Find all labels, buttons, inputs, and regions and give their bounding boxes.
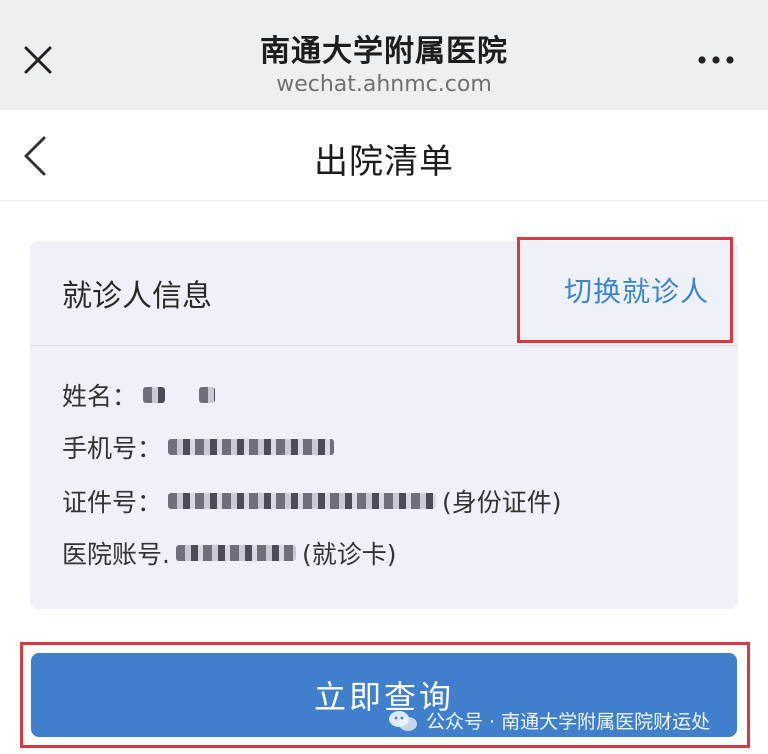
patient-info-card: 就诊人信息 切换就诊人 姓名： 手机号： 证件号： (身份证件) 医院账号. (… (30, 237, 738, 609)
redacted-value (168, 439, 335, 455)
more-icon[interactable] (696, 50, 736, 70)
redacted-value (143, 387, 166, 403)
nav-bar: 出院清单 (0, 110, 768, 201)
switch-highlight-box: 切换就诊人 (517, 237, 733, 343)
main-content: 就诊人信息 切换就诊人 姓名： 手机号： 证件号： (身份证件) 医院账号. (… (0, 201, 768, 754)
field-suffix: (身份证件) (442, 488, 562, 517)
watermark-text: 公众号 · 南通大学附属医院财运处 (426, 711, 711, 733)
redacted-value (175, 545, 296, 561)
card-title: 就诊人信息 (62, 279, 212, 314)
redacted-value (199, 387, 216, 403)
switch-patient-button[interactable]: 切换就诊人 (564, 270, 709, 310)
field-label: 医院账号. (62, 540, 170, 569)
card-header: 就诊人信息 切换就诊人 (30, 237, 738, 346)
browser-top-bar: 南通大学附属医院 wechat.ahnmc.com (0, 0, 768, 110)
field-phone: 手机号： (62, 429, 340, 465)
field-id: 证件号： (身份证件) (62, 483, 562, 519)
field-hospital-account: 医院账号. (就诊卡) (62, 535, 396, 571)
field-label: 手机号： (62, 434, 163, 463)
field-label: 姓名： (62, 382, 138, 411)
field-suffix: (就诊卡) (301, 540, 397, 569)
redacted-value (168, 493, 437, 509)
page-domain: wechat.ahnmc.com (276, 72, 492, 97)
field-label: 证件号： (62, 488, 163, 517)
field-name: 姓名： (62, 377, 221, 413)
wechat-icon (389, 710, 417, 731)
page-title: 南通大学附属医院 (260, 34, 508, 69)
watermark: 公众号 · 南通大学附属医院财运处 (388, 707, 710, 734)
nav-title: 出院清单 (314, 142, 454, 182)
